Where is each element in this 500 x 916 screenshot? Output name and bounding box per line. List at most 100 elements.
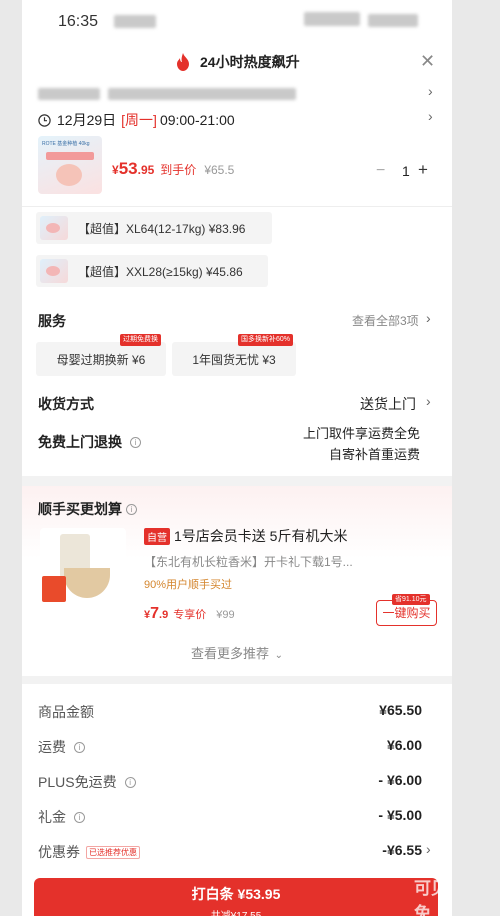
status-blur-right-1 xyxy=(304,12,360,26)
summary-row-label: 商品金额 xyxy=(38,702,94,722)
address-blur-2 xyxy=(108,88,296,100)
price-label: 到手价 xyxy=(160,163,197,177)
info-icon[interactable]: i xyxy=(126,503,137,515)
delivery-range: 09:00-21:00 xyxy=(159,112,235,128)
bundle-title: 顺手买更划算 xyxy=(38,501,122,517)
more-label: 查看更多推荐 xyxy=(190,646,269,661)
bundle-price-int: 7 xyxy=(150,605,160,622)
member-card xyxy=(42,576,66,602)
free-return-line1: 上门取件享运费全免 xyxy=(302,426,420,441)
close-icon[interactable]: ✕ xyxy=(420,52,435,70)
service-option-1[interactable]: 过期免费换 母婴过期换新 ¥6 xyxy=(36,334,166,376)
save-badge: 省91.10元 xyxy=(392,594,430,605)
delivery-time[interactable]: 12月29日 [周一] 09:00-21:00 xyxy=(38,110,235,130)
divider xyxy=(22,206,452,207)
service-view-all[interactable]: 查看全部3项 xyxy=(352,312,419,329)
bundle-price-dec: .9 xyxy=(159,609,169,621)
free-return-line2: 自寄补首重运费 xyxy=(328,447,420,462)
price-symbol: ¥ xyxy=(112,163,119,177)
flame-icon xyxy=(177,53,189,71)
bundle-tag: 自营 xyxy=(144,527,170,545)
summary-label-text: 运费 xyxy=(38,739,66,755)
service-label-2: 1年囤货无忧 ¥3 xyxy=(192,352,276,367)
product-thumbnail[interactable]: ROTE 基金种植 40kg xyxy=(38,136,102,194)
clock-icon xyxy=(38,113,51,127)
summary-label-text: 商品金额 xyxy=(38,704,94,720)
sku-thumb-1 xyxy=(40,216,68,240)
summary-label-text: 优惠券 xyxy=(38,844,80,860)
bundle-header: 顺手买更划算 i xyxy=(38,499,137,519)
bundle-card: 顺手买更划算 i 自营 1号店会员卡送 5斤有机大米 【东北有机长粒香米】开卡礼… xyxy=(22,486,452,676)
summary-row-value: ¥65.50 xyxy=(379,702,422,718)
free-return: 免费上门退换 i xyxy=(38,432,141,452)
info-icon[interactable]: i xyxy=(74,741,85,753)
service-title: 服务 xyxy=(38,313,66,329)
info-icon[interactable]: i xyxy=(130,436,141,448)
product-card: 16:35 24小时热度飙升 ✕ › 12月29日 [周一] 09:00-21:… xyxy=(22,0,452,476)
summary-row-label: 礼金 i xyxy=(38,807,85,827)
bundle-thumbnail[interactable] xyxy=(40,528,126,610)
checkout-screen: 16:35 24小时热度飙升 ✕ › 12月29日 [周一] 09:00-21:… xyxy=(22,0,452,916)
bundle-hint: 90%用户顺手买过 xyxy=(144,579,233,591)
quantity-minus-button[interactable]: − xyxy=(376,162,385,180)
service-chevron-icon[interactable]: › xyxy=(426,310,431,326)
summary-row-label: 优惠券 已选推荐优惠 xyxy=(38,842,140,862)
summary-row-value: - ¥6.00 xyxy=(378,772,422,788)
service-option-2[interactable]: 国多换新补60% 1年囤货无忧 ¥3 xyxy=(172,334,296,376)
bundle-price-label: 专享价 xyxy=(173,609,207,621)
service-label-1: 母婴过期换新 ¥6 xyxy=(56,352,146,367)
summary-label-text: 礼金 xyxy=(38,809,66,825)
chevron-down-icon: ⌄ xyxy=(274,650,284,661)
delivery-date: 12月29日 xyxy=(57,112,117,128)
status-blur-right-2 xyxy=(368,14,418,27)
bundle-name-row[interactable]: 自营 1号店会员卡送 5斤有机大米 xyxy=(144,526,347,546)
quantity-value[interactable]: 1 xyxy=(402,163,410,179)
pay-button-label: 打白条 ¥53.95 xyxy=(191,886,281,902)
rice-bowl xyxy=(64,568,110,598)
info-icon[interactable]: i xyxy=(124,776,136,788)
summary-label-text: PLUS免运费 xyxy=(38,774,117,790)
shipping-label: 收货方式 xyxy=(38,396,94,412)
sku-label-1: 【超值】XL64(12-17kg) ¥83.96 xyxy=(78,221,246,236)
watermark: 可见免 xyxy=(414,879,448,916)
pay-button-sub: 共减¥17.55 xyxy=(34,907,438,916)
service-badge-2: 国多换新补60% xyxy=(238,334,294,346)
delivery-weekday: [周一] xyxy=(121,112,157,128)
free-return-label: 免费上门退换 xyxy=(38,434,122,450)
bundle-original-price: ¥99 xyxy=(216,609,235,621)
coupon-chevron-icon[interactable]: › xyxy=(426,841,431,857)
more-recommendations[interactable]: 查看更多推荐 ⌄ xyxy=(22,643,452,662)
status-blur-left xyxy=(114,15,156,28)
info-icon[interactable]: i xyxy=(74,811,85,823)
summary-row-value: - ¥5.00 xyxy=(378,807,422,823)
status-time: 16:35 xyxy=(58,13,99,30)
product-price: ¥ 53 .95 到手价 ¥65.5 xyxy=(112,159,234,179)
product-thumb-badge: ROTE 基金种植 40kg xyxy=(42,141,90,147)
bundle-price: ¥ 7 .9 专享价 ¥99 xyxy=(144,605,235,623)
price-dec: .95 xyxy=(137,163,155,177)
delivery-chevron-icon[interactable]: › xyxy=(428,108,433,124)
summary-row-label: 运费 i xyxy=(38,737,85,757)
shipping-chevron-icon[interactable]: › xyxy=(426,393,431,409)
sku-option-2[interactable]: 【超值】XXL28(≥15kg) ¥45.86 xyxy=(36,255,268,287)
address-chevron-icon[interactable]: › xyxy=(428,83,433,99)
bundle-name: 1号店会员卡送 5斤有机大米 xyxy=(174,528,348,544)
price-int: 53 xyxy=(118,159,138,178)
product-thumb-strip xyxy=(46,152,94,160)
summary-row-value: ¥6.00 xyxy=(386,737,422,753)
coupon-badge: 已选推荐优惠 xyxy=(86,845,140,859)
header-title: 24小时热度飙升 xyxy=(200,54,300,70)
shipping-value[interactable]: 送货上门 xyxy=(360,394,416,414)
sku-option-1[interactable]: 【超值】XL64(12-17kg) ¥83.96 xyxy=(36,212,272,244)
original-price: ¥65.5 xyxy=(204,163,235,177)
bundle-desc: 【东北有机长粒香米】开卡礼下载1号... xyxy=(144,555,353,569)
pay-button[interactable]: 打白条 ¥53.95 共减¥17.55 xyxy=(34,878,438,916)
quantity-plus-button[interactable]: + xyxy=(418,160,428,180)
summary-row-label: PLUS免运费 i xyxy=(38,772,136,792)
header: 24小时热度飙升 xyxy=(174,52,300,72)
address-blur-1 xyxy=(38,88,100,100)
sku-label-2: 【超值】XXL28(≥15kg) ¥45.86 xyxy=(78,264,243,279)
service-badge-1: 过期免费换 xyxy=(120,334,161,346)
free-return-desc: 上门取件享运费全免 自寄补首重运费 xyxy=(303,423,420,465)
summary-row-value[interactable]: -¥6.55 xyxy=(382,842,422,858)
